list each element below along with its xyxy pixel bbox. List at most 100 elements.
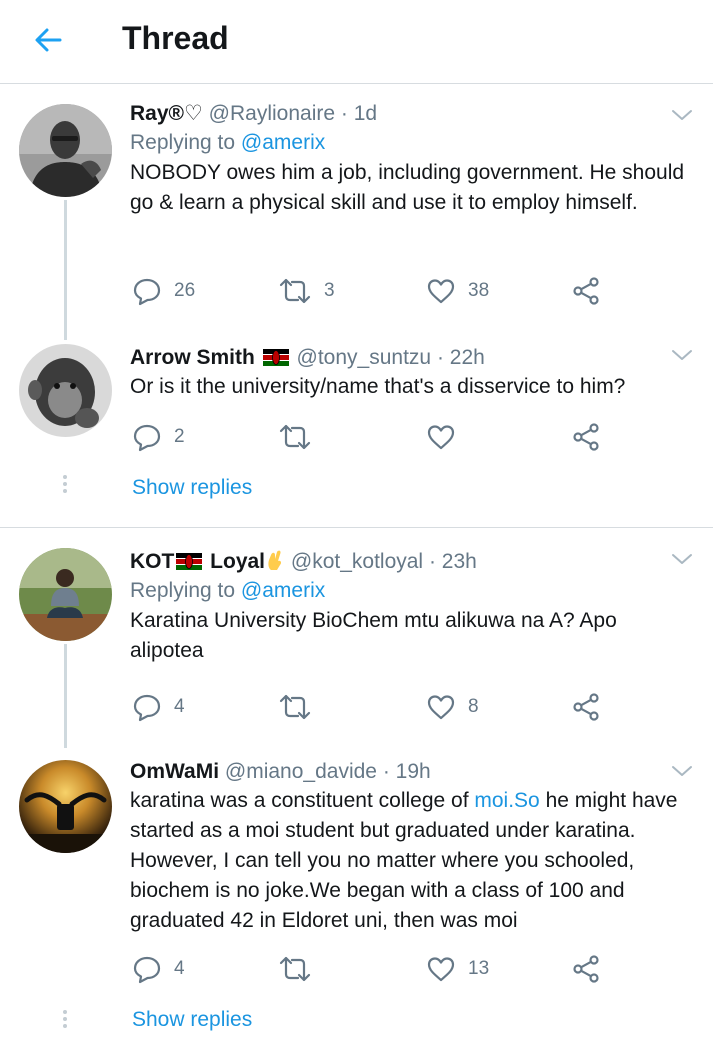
tweet[interactable]: KOT Loyal @kot_kotloyal · 23h Replying t…: [0, 528, 713, 748]
tweet-text: karatina was a constituent college of mo…: [130, 786, 693, 936]
author-line: Ray®♡ @Raylionaire · 1d: [130, 100, 693, 128]
like-icon: [427, 425, 455, 450]
user-handle[interactable]: @miano_davide: [225, 760, 377, 783]
tweet-text: Karatina University BioChem mtu alikuwa …: [130, 609, 617, 662]
share-button[interactable]: [572, 422, 602, 452]
replying-to-label: Replying to: [130, 131, 236, 154]
page-title: Thread: [122, 20, 229, 56]
tweet-text: NOBODY owes him a job, including governm…: [130, 161, 685, 214]
reply-count: 2: [174, 426, 185, 447]
like-count: 8: [468, 696, 479, 717]
reply-count: 4: [174, 696, 185, 717]
show-replies-link[interactable]: Show replies: [132, 1008, 252, 1032]
avatar[interactable]: [19, 548, 112, 641]
user-handle[interactable]: @tony_suntzu: [297, 346, 432, 369]
author-line: Arrow Smith @tony_suntzu · 22h: [130, 344, 693, 372]
share-icon: [573, 693, 599, 721]
tweet-actions: 4 13: [132, 954, 612, 984]
timestamp[interactable]: 22h: [450, 346, 485, 369]
reply-icon: [133, 694, 161, 722]
like-icon: [427, 957, 455, 982]
retweet-icon: [279, 424, 311, 450]
replying-to: Replying to @amerix: [130, 576, 693, 606]
retweet-button[interactable]: [278, 954, 324, 984]
replying-to: Replying to @amerix: [130, 128, 693, 158]
reply-count: 26: [174, 280, 196, 301]
user-handle[interactable]: @kot_kotloyal: [291, 550, 423, 573]
reply-button[interactable]: 26: [132, 276, 195, 306]
reply-button[interactable]: 4: [132, 692, 185, 722]
retweet-count: 3: [324, 280, 335, 301]
tweet-actions: 4 8: [132, 692, 612, 722]
chevron-down-icon[interactable]: [671, 764, 693, 778]
tweet[interactable]: Ray®♡ @Raylionaire · 1d Replying to @ame…: [0, 84, 713, 340]
thread-line: [64, 644, 67, 748]
display-name-part[interactable]: KOT: [130, 550, 174, 573]
tweet-text: Or is it the university/name that's a di…: [130, 375, 626, 398]
kenya-flag-icon: [262, 349, 289, 366]
reply-icon: [133, 278, 161, 306]
tweet[interactable]: OmWaMi @miano_davide · 19h karatina was …: [0, 748, 713, 1054]
reply-icon: [133, 956, 161, 984]
chevron-down-icon[interactable]: [671, 552, 693, 566]
author-line: OmWaMi @miano_davide · 19h: [130, 758, 693, 786]
reply-button[interactable]: 2: [132, 422, 185, 452]
retweet-button[interactable]: [278, 422, 324, 452]
show-replies-link[interactable]: Show replies: [132, 476, 252, 500]
separator: ·: [428, 550, 436, 573]
more-replies-dots: [62, 475, 68, 496]
tweet-text-part: karatina was a constituent college of: [130, 789, 475, 812]
separator: ·: [436, 346, 444, 369]
chevron-down-icon[interactable]: [671, 348, 693, 362]
tweet-actions: 26 3 38: [132, 276, 612, 306]
like-button[interactable]: 38: [426, 276, 489, 306]
share-button[interactable]: [572, 692, 602, 722]
reply-count: 4: [174, 958, 185, 979]
mention-link[interactable]: @amerix: [241, 579, 325, 602]
like-icon: [427, 695, 455, 720]
like-count: 38: [468, 280, 490, 301]
timestamp[interactable]: 19h: [396, 760, 431, 783]
reply-button[interactable]: 4: [132, 954, 185, 984]
separator: ·: [382, 760, 390, 783]
share-button[interactable]: [572, 954, 602, 984]
user-handle[interactable]: @Raylionaire: [209, 102, 335, 125]
like-button[interactable]: 8: [426, 692, 479, 722]
thread-line: [64, 200, 67, 340]
mention-link[interactable]: @amerix: [241, 131, 325, 154]
top-bar: Thread: [0, 0, 713, 84]
chevron-down-icon[interactable]: [671, 108, 693, 122]
avatar[interactable]: [19, 760, 112, 853]
display-name[interactable]: OmWaMi: [130, 760, 219, 783]
author-line: KOT Loyal @kot_kotloyal · 23h: [130, 548, 693, 576]
more-replies-dots: [62, 1010, 68, 1031]
like-button[interactable]: [426, 422, 468, 452]
timestamp[interactable]: 1d: [354, 102, 377, 125]
avatar[interactable]: [19, 344, 112, 437]
tweet-actions: 2: [132, 422, 612, 452]
share-icon: [573, 423, 599, 451]
retweet-icon: [279, 956, 311, 982]
replying-to-label: Replying to: [130, 579, 236, 602]
tweet[interactable]: Arrow Smith @tony_suntzu · 22h Or is it …: [0, 340, 713, 528]
retweet-icon: [279, 278, 311, 304]
reply-icon: [133, 424, 161, 452]
kenya-flag-icon: [176, 553, 203, 570]
display-name-part[interactable]: Loyal: [210, 550, 265, 573]
tweet-link[interactable]: moi.So: [474, 789, 539, 812]
separator: ·: [340, 102, 348, 125]
like-icon: [427, 279, 455, 304]
display-name[interactable]: Arrow Smith: [130, 346, 255, 369]
retweet-icon: [279, 694, 311, 720]
like-button[interactable]: 13: [426, 954, 489, 984]
share-icon: [573, 277, 599, 305]
share-button[interactable]: [572, 276, 602, 306]
share-icon: [573, 955, 599, 983]
retweet-button[interactable]: [278, 692, 324, 722]
retweet-button[interactable]: 3: [278, 276, 335, 306]
avatar[interactable]: [19, 104, 112, 197]
timestamp[interactable]: 23h: [442, 550, 477, 573]
crossed-fingers-icon: [268, 550, 282, 570]
display-name[interactable]: Ray®♡: [130, 102, 203, 125]
back-arrow-icon[interactable]: [30, 22, 66, 58]
